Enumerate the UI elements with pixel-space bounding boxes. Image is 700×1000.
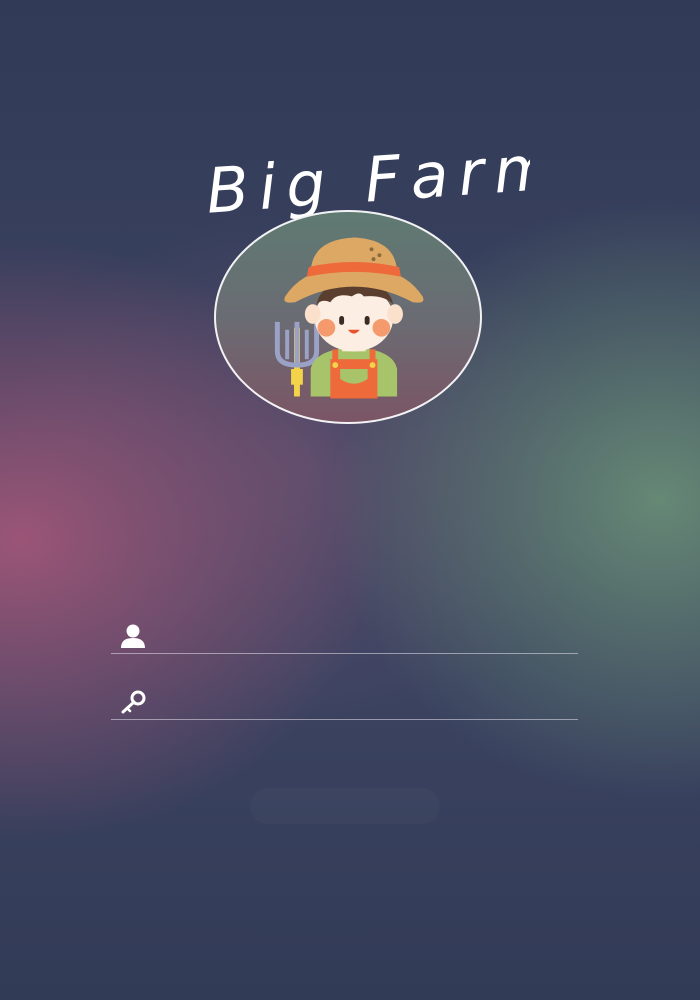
farmer-illustration — [274, 237, 424, 399]
username-field — [111, 617, 578, 654]
username-input[interactable] — [157, 621, 567, 649]
password-input[interactable] — [157, 687, 567, 715]
user-icon — [119, 623, 147, 649]
login-button[interactable] — [250, 788, 440, 824]
password-field — [111, 683, 578, 720]
app-title-text: Big Farm — [204, 130, 530, 220]
app-title: Big Farm — [200, 130, 530, 220]
app-title-graphic: Big Farm — [204, 130, 530, 220]
key-icon — [119, 689, 147, 715]
farmer-avatar — [214, 210, 482, 424]
